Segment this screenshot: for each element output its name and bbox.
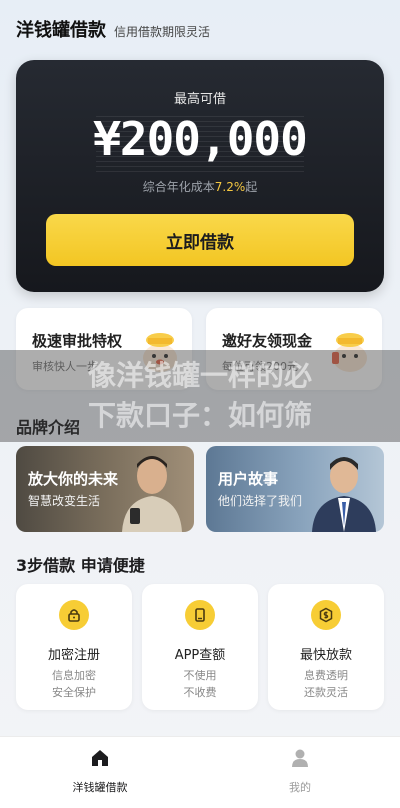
brand-card-title: 用户故事	[218, 470, 279, 488]
tab-label: 我的	[289, 781, 311, 794]
tab-label: 洋钱罐借款	[72, 781, 128, 794]
bottom-tab-bar: 洋钱罐借款 我的	[0, 736, 400, 808]
brand-card-future[interactable]: 放大你的未来 智慧改变生活	[16, 446, 194, 532]
user-icon	[292, 749, 308, 767]
borrow-now-button[interactable]: 立即借款	[46, 214, 354, 266]
home-icon	[92, 750, 108, 766]
loan-hero-card: 最高可借 ¥200,000 综合年化成本7.2%起 立即借款	[16, 60, 384, 292]
app-header: 洋钱罐借款 信用借款期限灵活	[16, 16, 210, 42]
brand-card-user-story[interactable]: 用户故事 他们选择了我们	[206, 446, 384, 532]
brand-title: 洋钱罐借款	[16, 20, 106, 41]
step-title: 最快放款	[299, 648, 352, 663]
rate-suffix: 起	[245, 180, 258, 194]
tab-loan-home[interactable]: 洋钱罐借款	[50, 747, 150, 795]
lock-icon	[59, 600, 89, 630]
max-loan-label: 最高可借	[173, 92, 226, 107]
brand-card-title: 放大你的未来	[28, 470, 119, 488]
max-loan-amount: ¥200,000	[93, 112, 308, 166]
tab-my-profile[interactable]: 我的	[250, 747, 350, 795]
steps-section-title: 3步借款 申请便捷	[16, 556, 145, 575]
step-desc-line-1: 不使用	[183, 669, 217, 682]
step-card-app-check-limit: APP查额 不使用 不收费	[142, 584, 258, 710]
step-card-encrypted-register: 加密注册 信息加密 安全保护	[16, 584, 132, 710]
step-card-fast-disbursement: 最快放款 息费透明 还款灵活	[268, 584, 384, 710]
brand-card-subtitle: 智慧改变生活	[28, 494, 101, 508]
man-with-phone-image	[122, 456, 182, 532]
overlay-line-2: 下款口子：如何筛	[87, 399, 312, 432]
article-title-overlay: 像洋钱罐一样的必 下款口子：如何筛	[0, 350, 400, 442]
feature-title: 邀好友领现金	[222, 332, 313, 350]
step-desc-line-2: 安全保护	[52, 686, 96, 699]
step-desc-line-2: 不收费	[183, 686, 217, 699]
step-desc-line-2: 还款灵活	[304, 686, 348, 699]
step-desc-line-1: 信息加密	[52, 669, 96, 682]
rate-value: 7.2%	[214, 180, 246, 194]
businessman-image	[312, 457, 376, 532]
feature-title: 极速审批特权	[32, 332, 123, 350]
rate-prefix: 综合年化成本	[142, 180, 215, 194]
step-title: 加密注册	[47, 648, 100, 663]
money-icon	[311, 600, 341, 630]
overlay-line-1: 像洋钱罐一样的必	[87, 359, 312, 392]
step-desc-line-1: 息费透明	[304, 669, 348, 682]
brand-slogan: 信用借款期限灵活	[114, 25, 211, 39]
phone-icon	[185, 600, 215, 630]
annual-rate-text: 综合年化成本7.2%起	[16, 178, 384, 195]
step-title: APP查额	[174, 648, 226, 663]
brand-card-subtitle: 他们选择了我们	[218, 494, 303, 508]
